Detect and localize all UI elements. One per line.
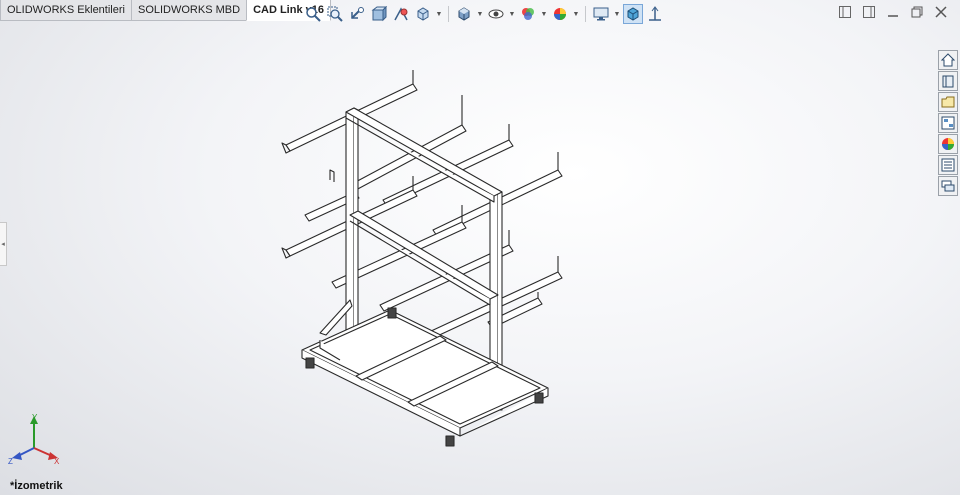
view-orientation-label: *İzometrik: [10, 480, 63, 492]
triad-x-label: X: [54, 457, 60, 464]
reference-triad: Y X Z: [8, 413, 60, 464]
rack-arms: [281, 70, 563, 339]
triad-z-label: Z: [8, 457, 13, 464]
rack-base: [301, 309, 549, 437]
triad-y-label: Y: [32, 413, 38, 422]
model-rack-drawing[interactable]: [0, 0, 960, 495]
